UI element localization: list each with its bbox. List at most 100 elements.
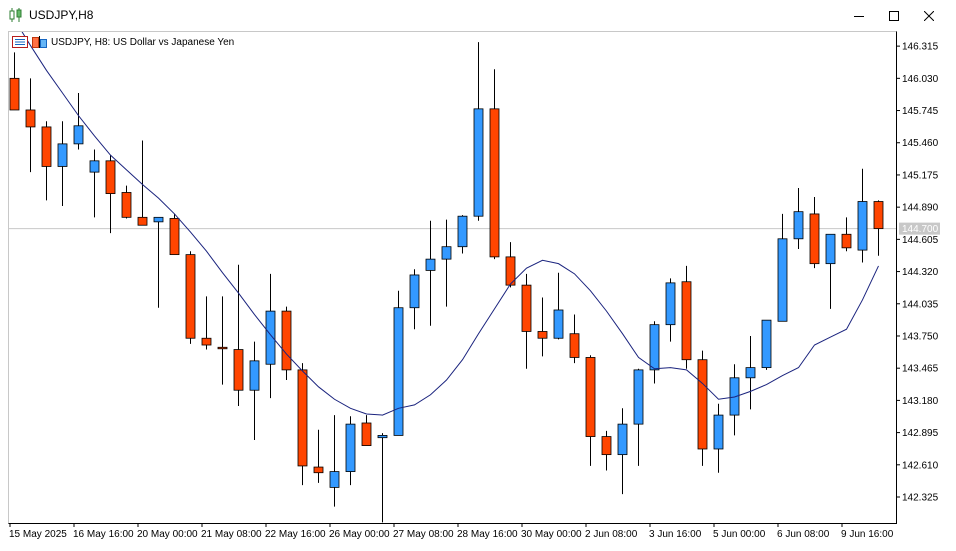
candle-body (521, 284, 532, 332)
price-tick-label: 145.745 (902, 106, 939, 117)
candle (121, 185, 132, 219)
price-tick-label: 145.175 (902, 170, 939, 181)
candle-body (841, 233, 852, 249)
time-tick-label: 9 Jun 16:00 (841, 529, 894, 540)
candle (345, 416, 356, 486)
indicator-list-icon[interactable] (12, 36, 28, 48)
candle-body (489, 108, 500, 258)
candle (297, 363, 308, 486)
candle-body (681, 281, 692, 361)
candle-body (569, 333, 580, 358)
candle-body (713, 414, 724, 450)
candle-body (249, 360, 260, 391)
candle (473, 42, 484, 221)
candle-body (361, 422, 372, 446)
candle-body (169, 218, 180, 256)
price-tick-label: 142.610 (902, 460, 939, 471)
candle (665, 278, 676, 342)
candle-body (409, 274, 420, 309)
candle (633, 368, 644, 466)
time-tick-label: 26 May 00:00 (329, 529, 390, 540)
candle-body (761, 319, 772, 369)
candle (489, 69, 500, 260)
candle (745, 335, 756, 410)
price-tick-label: 144.035 (902, 299, 939, 310)
price-tick-label: 144.320 (902, 267, 939, 278)
candle-body (57, 143, 68, 167)
current-price-label: 144.700 (902, 224, 939, 235)
candle (249, 341, 260, 440)
time-tick-label: 5 Jun 00:00 (713, 529, 766, 540)
price-tick-label: 144.890 (902, 203, 939, 214)
price-tick-label: 142.325 (902, 493, 939, 504)
candle-body (873, 201, 884, 230)
chart-properties-icon[interactable] (32, 36, 48, 48)
candle (153, 216, 164, 308)
price-tick-label: 143.465 (902, 364, 939, 375)
candle (569, 314, 580, 364)
candle (393, 290, 404, 436)
candle-body (633, 369, 644, 425)
candle (857, 168, 868, 263)
candle-body (537, 331, 548, 339)
candle (25, 78, 36, 173)
candle-body (265, 310, 276, 365)
candle-body (473, 108, 484, 217)
candle-body (233, 349, 244, 391)
candle-body (297, 369, 308, 467)
price-tick-label: 143.750 (902, 331, 939, 342)
candle-body (425, 258, 436, 271)
candle (809, 196, 820, 269)
candle-body (121, 192, 132, 218)
candle-body (745, 367, 756, 379)
candle (201, 296, 212, 350)
price-tick-label: 144.605 (902, 235, 939, 246)
candle (425, 220, 436, 326)
candle-body (729, 377, 740, 416)
time-tick-label: 28 May 16:00 (457, 529, 518, 540)
candle-body (393, 307, 404, 436)
candle (841, 217, 852, 252)
chart-symbol-description: USDJPY, H8: US Dollar vs Japanese Yen (51, 36, 235, 48)
time-tick-label: 6 Jun 08:00 (777, 529, 830, 540)
candle (761, 319, 772, 370)
candle-body (313, 466, 324, 474)
candle (57, 121, 68, 207)
candle-body (793, 211, 804, 240)
candle (185, 251, 196, 344)
time-tick-label: 3 Jun 16:00 (649, 529, 702, 540)
candle (729, 364, 740, 436)
price-tick-label: 143.180 (902, 396, 939, 407)
time-tick-label: 27 May 08:00 (393, 529, 454, 540)
candle (681, 265, 692, 369)
candle-body (665, 282, 676, 326)
time-tick-label: 15 May 2025 (9, 529, 67, 540)
candle-body (41, 126, 52, 167)
candle-body (553, 309, 564, 339)
candle (777, 213, 788, 322)
candle (585, 355, 596, 466)
candle-body (697, 359, 708, 450)
candle (409, 269, 420, 330)
candle-body (649, 324, 660, 371)
candle (457, 215, 468, 254)
candle-body (825, 233, 836, 265)
candle-body (601, 436, 612, 456)
candle (137, 140, 148, 226)
candlestick-chart[interactable]: 146.315 146.030 145.745 145.460 145.175 144.8… (0, 0, 956, 551)
candle-body (777, 238, 788, 322)
candle (377, 433, 388, 523)
time-tick-label: 20 May 00:00 (137, 529, 198, 540)
price-tick-label: 146.030 (902, 74, 939, 85)
candle (441, 219, 452, 307)
candle-body (185, 254, 196, 339)
plot-area (9, 32, 896, 523)
candle (713, 403, 724, 473)
price-tick-label: 142.895 (902, 428, 939, 439)
candle-body (153, 216, 164, 223)
candle-body (217, 346, 228, 350)
candle (697, 350, 708, 466)
candle (265, 273, 276, 399)
candle (537, 297, 548, 357)
candle-body (89, 160, 100, 173)
